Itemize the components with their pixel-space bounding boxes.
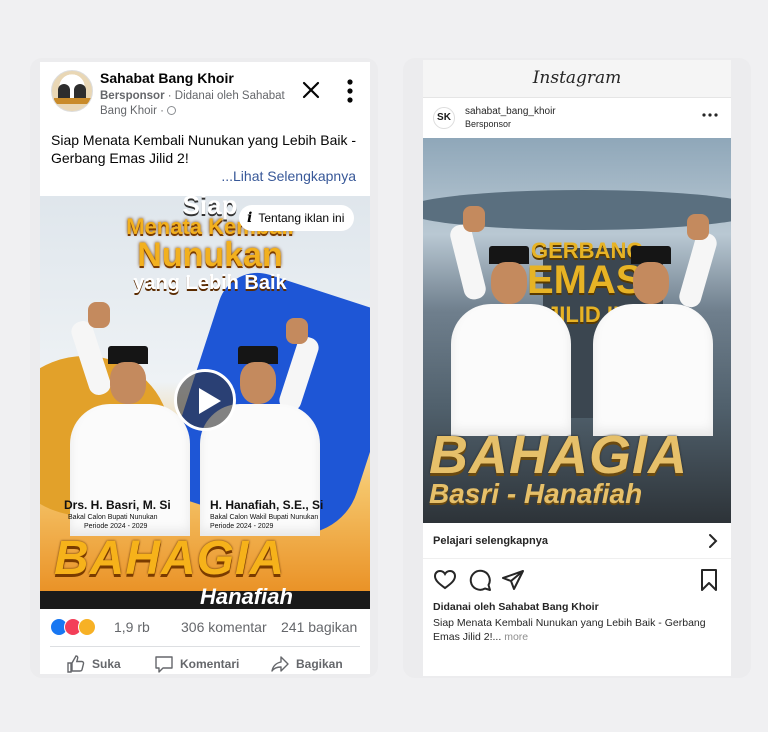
post-caption: Siap Menata Kembali Nunukan yang Lebih B… xyxy=(51,132,357,166)
post-header: Sahabat Bang Khoir Bersponsor · Didanai … xyxy=(40,62,370,124)
more-options-icon[interactable] xyxy=(340,78,360,104)
info-icon: i xyxy=(247,210,253,226)
about-ad-button[interactable]: i Tentang iklan ini xyxy=(239,205,355,231)
candidate-2-name: H. Hanafiah, S.E., Si xyxy=(210,498,324,512)
facebook-post: Sahabat Bang Khoir Bersponsor · Didanai … xyxy=(40,62,370,674)
share-count[interactable]: 241 bagikan xyxy=(281,619,357,635)
ad-image[interactable]: GERBANG EMAS JILID II BAHAGIA Basri - Ha… xyxy=(423,138,731,523)
profile-avatar[interactable]: SK xyxy=(433,107,455,129)
care-reaction-icon xyxy=(78,618,96,636)
headline-line-3: Nunukan xyxy=(137,236,283,274)
candidate-1-role: Bakal Calon Bupati Nunukan xyxy=(68,514,158,521)
heart-icon[interactable] xyxy=(433,568,457,592)
play-button[interactable] xyxy=(174,369,236,431)
slogan-text: BAHAGIA xyxy=(54,532,285,585)
ad-video[interactable]: Siap Menata Kembali Nunukan yang Lebih B… xyxy=(40,196,370,609)
reaction-count[interactable]: 1,9 rb xyxy=(114,619,150,635)
like-label: Suka xyxy=(92,657,121,671)
send-icon[interactable] xyxy=(501,568,525,592)
slogan-subtext: Hanafiah xyxy=(200,584,293,609)
caption-text: Siap Menata Kembali Nunukan yang Lebih B… xyxy=(433,617,706,643)
comment-icon[interactable] xyxy=(468,568,492,592)
page-name[interactable]: Sahabat Bang Khoir xyxy=(100,70,234,86)
candidate-1-figure xyxy=(448,206,571,436)
share-icon xyxy=(271,656,289,672)
candidate-names: Basri - Hanafiah xyxy=(429,478,643,509)
reactions[interactable] xyxy=(50,617,96,637)
instagram-post: Instagram SK sahabat_bang_khoir Berspons… xyxy=(423,60,731,676)
close-icon[interactable] xyxy=(301,80,321,100)
post-caption: Siap Menata Kembali Nunukan yang Lebih B… xyxy=(433,616,723,644)
like-button[interactable]: Suka xyxy=(66,652,121,674)
globe-icon xyxy=(167,106,177,115)
page-avatar[interactable] xyxy=(51,70,93,112)
slogan-text: BAHAGIA xyxy=(429,425,688,485)
thumbs-up-icon xyxy=(67,655,85,673)
app-header: Instagram xyxy=(423,60,731,98)
comment-count[interactable]: 306 komentar xyxy=(181,619,267,635)
candidate-2-period: Periode 2024 - 2029 xyxy=(210,523,274,530)
candidate-1-name: Drs. H. Basri, M. Si xyxy=(64,498,171,512)
instagram-ad-card: Instagram SK sahabat_bang_khoir Berspons… xyxy=(403,58,751,678)
instagram-logo: Instagram xyxy=(532,68,622,88)
funded-by-text: Didanai oleh Sahabat Bang Khoir xyxy=(433,601,599,613)
learn-more-button[interactable]: Pelajari selengkapnya xyxy=(423,523,731,559)
comment-label: Komentari xyxy=(180,657,240,671)
about-ad-label: Tentang iklan ini xyxy=(258,211,345,225)
comment-icon xyxy=(155,656,173,673)
share-button[interactable]: Bagikan xyxy=(270,652,343,674)
headline-line-4: yang Lebih Baik xyxy=(133,272,287,294)
more-link[interactable]: more xyxy=(504,631,528,643)
share-label: Bagikan xyxy=(296,657,343,671)
chevron-right-icon xyxy=(709,534,718,548)
sponsored-label: Bersponsor xyxy=(465,119,512,129)
see-more-link[interactable]: ...Lihat Selengkapnya xyxy=(221,168,356,184)
more-options-icon[interactable] xyxy=(701,110,719,120)
candidate-2-role: Bakal Calon Wakil Bupati Nunukan xyxy=(210,514,319,521)
sponsored-label: Bersponsor xyxy=(100,90,165,102)
bookmark-icon[interactable] xyxy=(697,568,721,592)
candidate-1-period: Periode 2024 - 2029 xyxy=(84,523,148,530)
learn-more-label: Pelajari selengkapnya xyxy=(433,535,548,547)
sponsored-info: Bersponsor · Didanai oleh Sahabat Bang K… xyxy=(100,89,295,119)
comment-button[interactable]: Komentari xyxy=(154,652,239,674)
action-bar xyxy=(423,565,731,595)
divider xyxy=(50,646,360,647)
facebook-ad-card: Sahabat Bang Khoir Bersponsor · Didanai … xyxy=(30,58,378,678)
username[interactable]: sahabat_bang_khoir xyxy=(465,106,556,117)
candidate-2-figure xyxy=(593,214,720,436)
